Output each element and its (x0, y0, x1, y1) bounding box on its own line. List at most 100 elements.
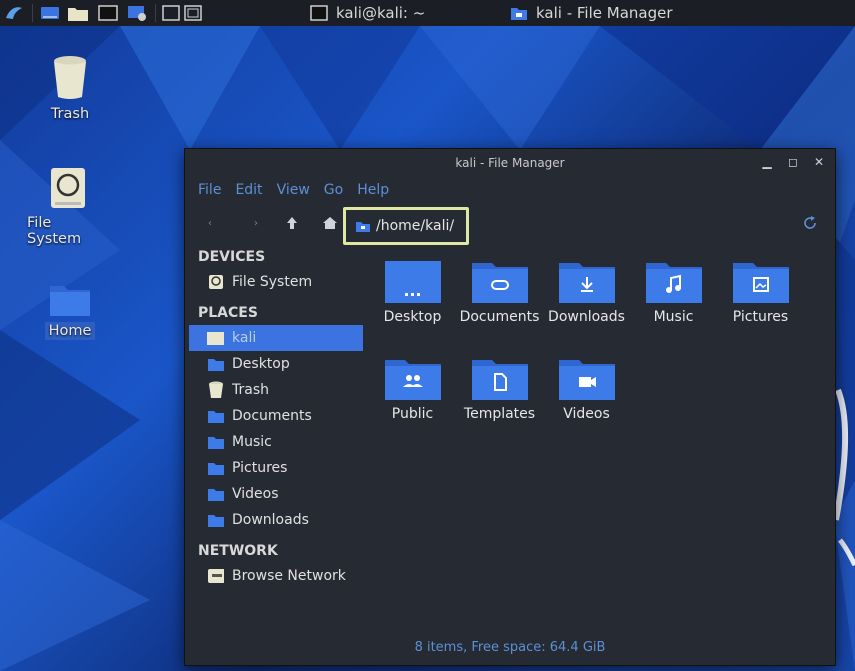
file-item-label: Documents (459, 309, 540, 325)
menu-file[interactable]: File (198, 182, 221, 198)
sidebar-item-music[interactable]: Music (189, 429, 363, 455)
window-titlebar[interactable]: kali - File Manager ▁ ◻ ✕ (185, 149, 835, 177)
sidebar-item-label: Music (232, 434, 272, 450)
up-button[interactable] (281, 212, 303, 234)
workspace-icon (162, 5, 180, 21)
file-item-label: Downloads (548, 309, 625, 325)
forward-button[interactable]: › (245, 212, 267, 234)
window-title: kali - File Manager (455, 156, 565, 170)
file-item-label: Desktop (383, 309, 442, 325)
sidebar-item-downloads[interactable]: Downloads (189, 507, 363, 533)
file-item-templates[interactable]: Templates (456, 356, 543, 422)
sidebar: DEVICES File System PLACES kali Desktop … (189, 245, 363, 589)
top-panel: kali@kali: ~ kali - File Manager (0, 0, 855, 26)
menu-go[interactable]: Go (324, 182, 343, 198)
browser-launcher[interactable] (123, 0, 151, 26)
network-icon (207, 568, 224, 585)
minimize-icon[interactable]: ▁ (761, 155, 773, 169)
menu-edit[interactable]: Edit (235, 182, 262, 198)
videos-folder-icon (558, 360, 615, 400)
file-item-desktop[interactable]: Desktop (369, 259, 456, 325)
menu-view[interactable]: View (277, 182, 310, 198)
arrow-up-icon (287, 217, 297, 229)
panel-separator (155, 4, 156, 22)
trash-icon (54, 56, 86, 99)
back-icon: ‹ (208, 217, 212, 229)
folder-icon (68, 8, 88, 21)
music-folder-icon (207, 434, 224, 451)
taskbar-terminal[interactable]: kali@kali: ~ (310, 0, 425, 26)
desktop-folder-icon (384, 261, 441, 303)
home-folder-icon (356, 222, 370, 232)
file-item-pictures[interactable]: Pictures (717, 259, 804, 325)
terminal-launcher[interactable] (93, 0, 123, 26)
back-button[interactable]: ‹ (199, 212, 221, 234)
templates-folder-icon (471, 360, 528, 400)
show-desktop-button[interactable] (37, 0, 63, 26)
terminal-icon (98, 5, 118, 21)
home-icon (323, 217, 337, 229)
taskbar-terminal-label: kali@kali: ~ (336, 4, 426, 22)
home-folder-icon (50, 286, 90, 316)
sidebar-item-pictures[interactable]: Pictures (189, 455, 363, 481)
home-button[interactable] (319, 212, 341, 234)
location-path-text: /home/kali/ (376, 218, 455, 234)
desktop-icon-trash[interactable]: Trash (25, 55, 115, 123)
sidebar-item-desktop[interactable]: Desktop (189, 351, 363, 377)
file-item-public[interactable]: Public (369, 356, 456, 422)
desktop-icon-home[interactable]: Home (25, 280, 115, 340)
file-item-downloads[interactable]: Downloads (543, 259, 630, 325)
file-manager-launcher[interactable] (63, 0, 93, 26)
file-item-label: Templates (463, 406, 536, 422)
taskbar-file-manager-label: kali - File Manager (536, 4, 673, 22)
sidebar-item-documents[interactable]: Documents (189, 403, 363, 429)
home-folder-icon (511, 8, 527, 20)
close-icon[interactable]: ✕ (813, 155, 825, 169)
file-item-documents[interactable]: Documents (456, 259, 543, 325)
desktop-icon-file-system[interactable]: File System (23, 166, 113, 248)
music-folder-icon (645, 263, 702, 303)
file-item-label: Videos (563, 406, 610, 422)
sidebar-item-label: Videos (232, 486, 279, 502)
panel-separator (32, 4, 33, 22)
location-path-bar[interactable]: /home/kali/ (343, 207, 469, 245)
file-item-label: Public (391, 406, 434, 422)
trash-icon (207, 381, 224, 399)
desktop-icon-label: Home (44, 322, 96, 340)
workspace-icon (184, 5, 202, 21)
sidebar-item-label: kali (232, 330, 257, 346)
sidebar-item-label: File System (232, 274, 313, 290)
sidebar-item-label: Trash (232, 382, 269, 398)
kali-dragon-icon (6, 7, 22, 19)
file-item-music[interactable]: Music (630, 259, 717, 325)
desktop-icon-label: File System (27, 215, 82, 247)
sidebar-header-devices: DEVICES (198, 249, 266, 265)
workspace-1[interactable] (160, 0, 182, 26)
taskbar-file-manager[interactable]: kali - File Manager (510, 0, 673, 26)
sidebar-item-browse-network[interactable]: Browse Network (189, 563, 363, 589)
home-folder-icon (207, 330, 224, 347)
pictures-folder-icon (732, 263, 789, 303)
kali-menu-button[interactable] (0, 0, 28, 26)
sidebar-item-trash[interactable]: Trash (189, 377, 363, 403)
file-item-videos[interactable]: Videos (543, 356, 630, 422)
sidebar-item-kali[interactable]: kali (189, 325, 363, 351)
menu-bar: File Edit View Go Help (185, 177, 835, 203)
videos-folder-icon (207, 486, 224, 503)
file-manager-window: kali - File Manager ▁ ◻ ✕ File Edit View… (184, 148, 836, 666)
terminal-icon (310, 5, 328, 21)
workspace-2[interactable] (182, 0, 204, 26)
sidebar-header-places: PLACES (198, 305, 258, 321)
sidebar-item-file-system[interactable]: File System (189, 269, 363, 295)
downloads-folder-icon (207, 512, 224, 529)
sidebar-item-videos[interactable]: Videos (189, 481, 363, 507)
reload-button[interactable] (799, 212, 821, 234)
drive-icon (207, 274, 224, 291)
maximize-icon[interactable]: ◻ (787, 155, 799, 169)
menu-help[interactable]: Help (357, 182, 389, 198)
drive-icon (51, 168, 85, 208)
reload-icon (804, 216, 816, 229)
sidebar-item-label: Documents (232, 408, 312, 424)
toolbar: ‹ › /home/kali/ (185, 203, 835, 245)
forward-icon: › (254, 217, 258, 229)
